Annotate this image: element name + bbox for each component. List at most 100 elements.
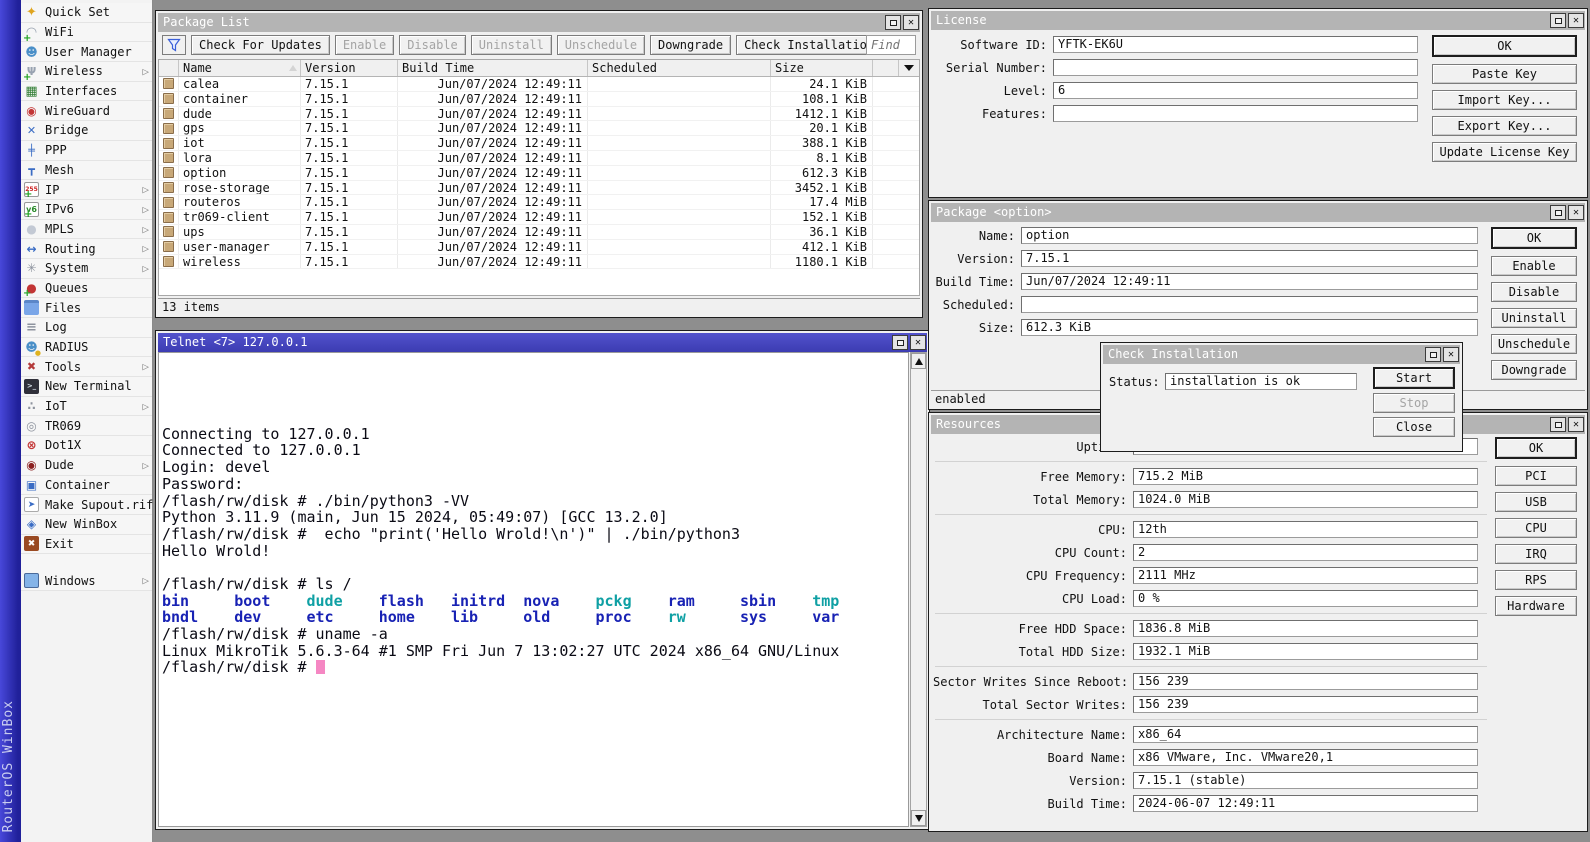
disable-button[interactable]: Disable [1491, 282, 1577, 302]
cpu-count-field[interactable]: 2 [1133, 544, 1478, 561]
check-installation-titlebar[interactable]: Check Installation ✕ [1103, 345, 1460, 364]
table-row[interactable]: tr069-client7.15.1Jun/07/2024 12:49:1115… [159, 210, 919, 225]
table-row[interactable]: iot7.15.1Jun/07/2024 12:49:11388.1 KiB [159, 136, 919, 151]
downgrade-button[interactable]: Downgrade [1491, 360, 1577, 380]
build-time-field[interactable]: 2024-06-07 12:49:11 [1133, 795, 1478, 812]
enable-button[interactable]: Enable [1491, 256, 1577, 276]
sidebar-item-wireless[interactable]: Wireless▷ [21, 62, 152, 82]
column-header-size[interactable]: Size [771, 60, 873, 76]
software-id-field[interactable]: YFTK-EK6U [1053, 36, 1418, 53]
cpu-field[interactable]: 12th [1133, 521, 1478, 538]
start-button[interactable]: Start [1373, 367, 1455, 389]
telnet-titlebar[interactable]: Telnet <7> 127.0.0.1 ✕ [158, 333, 927, 352]
pci-button[interactable]: PCI [1495, 466, 1577, 486]
table-row[interactable]: wireless7.15.1Jun/07/2024 12:49:111180.1… [159, 255, 919, 270]
package-list-titlebar[interactable]: Package List ✕ [158, 13, 920, 32]
sidebar-item-bridge[interactable]: Bridge [21, 121, 152, 141]
sidebar-item-tools[interactable]: Tools▷ [21, 357, 152, 377]
features-field[interactable] [1053, 105, 1418, 122]
level-field[interactable]: 6 [1053, 82, 1418, 99]
maximize-icon[interactable] [892, 335, 908, 350]
close-icon[interactable]: ✕ [910, 335, 926, 350]
ok-button[interactable]: OK [1495, 437, 1577, 459]
close-icon[interactable]: ✕ [1568, 417, 1584, 432]
serial-number-field[interactable] [1053, 59, 1418, 76]
architecture-name-field[interactable]: x86_64 [1133, 726, 1478, 743]
sidebar-item-user-manager[interactable]: User Manager [21, 42, 152, 62]
uninstall-button[interactable]: Uninstall [1491, 308, 1577, 328]
sidebar-item-files[interactable]: Files [21, 298, 152, 318]
close-button[interactable]: Close [1373, 417, 1455, 437]
sidebar-item-mpls[interactable]: MPLS▷ [21, 220, 152, 240]
check-for-updates-button[interactable]: Check For Updates [191, 35, 330, 55]
table-row[interactable]: ups7.15.1Jun/07/2024 12:49:1136.1 KiB [159, 225, 919, 240]
package-option-titlebar[interactable]: Package <option> ✕ [931, 203, 1585, 222]
sidebar-item-radius[interactable]: RADIUS [21, 338, 152, 358]
column-select-button[interactable] [898, 60, 919, 76]
sidebar-item-wireguard[interactable]: WireGuard [21, 101, 152, 121]
import-key-button[interactable]: Import Key... [1432, 90, 1577, 110]
sidebar-item-exit[interactable]: Exit [21, 535, 152, 555]
sidebar-item-routing[interactable]: Routing▷ [21, 239, 152, 259]
sidebar-item-make-supout-rif[interactable]: Make Supout.rif [21, 495, 152, 515]
sidebar-item-dot1x[interactable]: Dot1X [21, 436, 152, 456]
sidebar-item-queues[interactable]: Queues [21, 279, 152, 299]
sidebar-item-new-winbox[interactable]: New WinBox [21, 515, 152, 535]
cpu-load-field[interactable]: 0 % [1133, 590, 1478, 607]
check-installation-button[interactable]: Check Installation [736, 35, 882, 55]
column-header-icon[interactable] [159, 60, 179, 76]
maximize-icon[interactable] [885, 15, 901, 30]
maximize-icon[interactable] [1550, 417, 1566, 432]
sidebar-item-ppp[interactable]: PPP [21, 141, 152, 161]
rps-button[interactable]: RPS [1495, 570, 1577, 590]
column-header-build-time[interactable]: Build Time [398, 60, 588, 76]
table-row[interactable]: container7.15.1Jun/07/2024 12:49:11108.1… [159, 92, 919, 107]
sidebar-item-ip[interactable]: IP▷ [21, 180, 152, 200]
find-input[interactable] [866, 35, 916, 55]
filter-button[interactable] [162, 35, 186, 55]
version-field[interactable]: 7.15.1 [1021, 250, 1478, 267]
cpu-frequency-field[interactable]: 2111 MHz [1133, 567, 1478, 584]
table-row[interactable]: calea7.15.1Jun/07/2024 12:49:1124.1 KiB [159, 77, 919, 92]
ok-button[interactable]: OK [1491, 227, 1577, 249]
scroll-up-icon[interactable] [911, 353, 926, 369]
close-icon[interactable]: ✕ [1568, 205, 1584, 220]
sidebar-item-mesh[interactable]: Mesh [21, 161, 152, 181]
terminal-scrollbar[interactable] [910, 352, 927, 827]
table-row[interactable]: routeros7.15.1Jun/07/2024 12:49:1117.4 M… [159, 195, 919, 210]
column-header-version[interactable]: Version [301, 60, 398, 76]
free-hdd-space-field[interactable]: 1836.8 MiB [1133, 620, 1478, 637]
license-titlebar[interactable]: License ✕ [931, 11, 1585, 30]
close-icon[interactable]: ✕ [903, 15, 919, 30]
total-hdd-size-field[interactable]: 1932.1 MiB [1133, 643, 1478, 660]
table-row[interactable]: lora7.15.1Jun/07/2024 12:49:118.1 KiB [159, 151, 919, 166]
maximize-icon[interactable] [1425, 347, 1441, 362]
sector-writes-since-reboot-field[interactable]: 156 239 [1133, 673, 1478, 690]
hardware-button[interactable]: Hardware [1495, 596, 1577, 616]
table-row[interactable]: user-manager7.15.1Jun/07/2024 12:49:1141… [159, 240, 919, 255]
table-row[interactable]: dude7.15.1Jun/07/2024 12:49:111412.1 KiB [159, 107, 919, 122]
ok-button[interactable]: OK [1432, 35, 1577, 57]
sidebar-item-iot[interactable]: IoT▷ [21, 397, 152, 417]
sidebar-item-interfaces[interactable]: Interfaces [21, 82, 152, 102]
terminal-output[interactable]: Connecting to 127.0.0.1Connected to 127.… [158, 352, 909, 827]
maximize-icon[interactable] [1550, 13, 1566, 28]
cpu-button[interactable]: CPU [1495, 518, 1577, 538]
close-icon[interactable]: ✕ [1568, 13, 1584, 28]
version-field[interactable]: 7.15.1 (stable) [1133, 772, 1478, 789]
table-row[interactable]: option7.15.1Jun/07/2024 12:49:11612.3 Ki… [159, 166, 919, 181]
build-time-field[interactable]: Jun/07/2024 12:49:11 [1021, 273, 1478, 290]
name-field[interactable]: option [1021, 227, 1478, 244]
status-field[interactable]: installation is ok [1165, 373, 1357, 390]
sidebar-item-system[interactable]: System▷ [21, 259, 152, 279]
sidebar-item-tr069[interactable]: TR069 [21, 416, 152, 436]
column-header-name[interactable]: Name [179, 60, 301, 76]
maximize-icon[interactable] [1550, 205, 1566, 220]
sidebar-item-wifi[interactable]: WiFi [21, 23, 152, 43]
table-row[interactable]: gps7.15.1Jun/07/2024 12:49:1120.1 KiB [159, 121, 919, 136]
scheduled-field[interactable] [1021, 296, 1478, 313]
sidebar-item-ipv6[interactable]: IPv6▷ [21, 200, 152, 220]
sidebar-item-new-terminal[interactable]: New Terminal [21, 377, 152, 397]
total-memory-field[interactable]: 1024.0 MiB [1133, 491, 1478, 508]
close-icon[interactable]: ✕ [1443, 347, 1459, 362]
